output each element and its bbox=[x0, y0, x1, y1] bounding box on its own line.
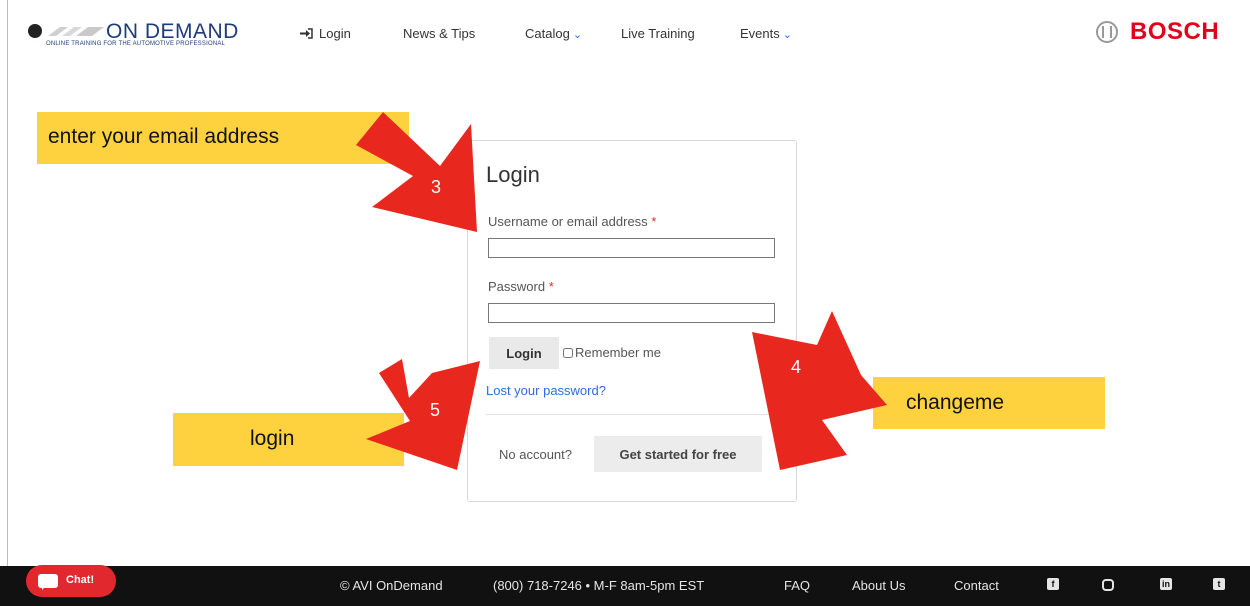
arrow-step3 bbox=[356, 112, 477, 232]
footer-faq-link[interactable]: FAQ bbox=[784, 578, 810, 593]
linkedin-icon[interactable]: in bbox=[1160, 578, 1172, 590]
chat-button[interactable]: Chat! bbox=[26, 565, 116, 597]
annotation-arrows bbox=[356, 112, 887, 470]
step-5-number: 5 bbox=[430, 400, 441, 420]
footer-about-link[interactable]: About Us bbox=[852, 578, 905, 593]
arrow-step5 bbox=[366, 359, 480, 470]
step-4-number: 4 bbox=[791, 357, 802, 377]
facebook-icon[interactable]: f bbox=[1047, 578, 1059, 590]
footer-phone[interactable]: (800) 718-7246 • M-F 8am-5pm EST bbox=[493, 578, 704, 593]
twitter-icon[interactable]: t bbox=[1213, 578, 1225, 590]
site-footer: © AVI OnDemand (800) 718-7246 • M-F 8am-… bbox=[0, 566, 1250, 606]
chat-bubble-icon bbox=[38, 574, 58, 590]
instagram-icon[interactable] bbox=[1102, 579, 1114, 591]
arrow-step4 bbox=[752, 311, 887, 470]
chat-label: Chat! bbox=[66, 574, 95, 586]
footer-copyright: © AVI OnDemand bbox=[340, 578, 443, 593]
footer-contact-link[interactable]: Contact bbox=[954, 578, 999, 593]
step-3-number: 3 bbox=[431, 177, 442, 197]
